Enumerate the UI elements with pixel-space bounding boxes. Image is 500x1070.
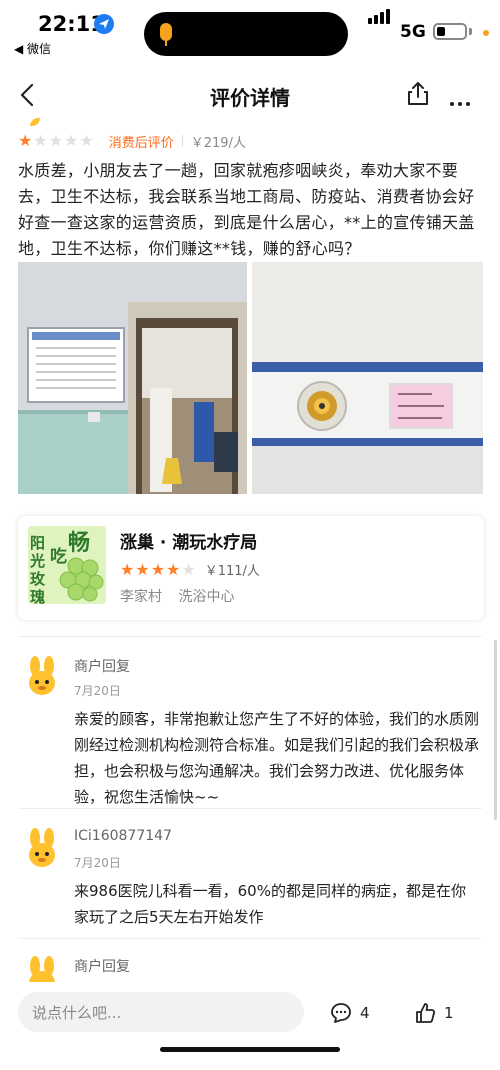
comment-item: 商户回复 7月20日 亲爱的顾客，非常抱歉让您产生了不好的体验，我们的水质刚刚经… bbox=[18, 656, 484, 806]
comment-author: 商户回复 bbox=[74, 959, 130, 975]
review-photo-1[interactable] bbox=[18, 262, 247, 494]
comment-body: 来986医院儿科看一看，60%的都是同样的病症，都是在你家玩了之后5天左右开始发… bbox=[74, 882, 466, 926]
privacy-indicator-dot bbox=[483, 30, 489, 36]
review-meta: ★ ★ ★ ★ ★ 消费后评价 ￥219/人 bbox=[18, 130, 246, 152]
comment-item: ICi160877147 7月20日 来986医院儿科看一看，60%的都是同样的… bbox=[18, 828, 484, 938]
comment-author: 商户回复 bbox=[74, 659, 130, 675]
shop-thumbnail: 阳 光 玫 瑰 畅 吃 bbox=[28, 526, 106, 604]
dynamic-island bbox=[144, 12, 348, 56]
star-empty-icon: ★ bbox=[64, 131, 79, 150]
shop-category: 洗浴中心 bbox=[178, 589, 235, 605]
shop-area: 李家村 bbox=[120, 589, 162, 605]
shop-price: ￥111/人 bbox=[204, 564, 260, 579]
shop-location: 李家村 洗浴中心 bbox=[120, 586, 246, 606]
bottom-bar: 说点什么吧... 4 1 bbox=[0, 982, 500, 1070]
svg-text:玫: 玫 bbox=[30, 570, 46, 588]
comment-author: ICi160877147 bbox=[74, 828, 172, 844]
star-filled-icon: ★ bbox=[120, 559, 135, 579]
back-to-app-link[interactable]: ◀ 微信 bbox=[14, 40, 51, 57]
review-stars: ★ ★ ★ ★ ★ bbox=[18, 133, 95, 149]
star-empty-icon: ★ bbox=[181, 559, 196, 579]
svg-text:光: 光 bbox=[29, 552, 45, 570]
reviewer-badge-icon bbox=[30, 118, 40, 126]
comment-button[interactable]: 4 bbox=[330, 1002, 370, 1024]
shop-card[interactable]: 阳 光 玫 瑰 畅 吃 涨巢 · 潮玩水疗局 ★ ★ ★ ★ ★ ￥111/人 李家村 … bbox=[18, 516, 484, 620]
like-button[interactable]: 1 bbox=[414, 1002, 454, 1024]
network-type: 5G bbox=[400, 22, 426, 42]
svg-text:阳: 阳 bbox=[30, 534, 45, 552]
review-price: ￥219/人 bbox=[190, 135, 246, 151]
share-icon bbox=[408, 82, 428, 105]
star-filled-icon: ★ bbox=[150, 559, 166, 579]
comment-bubble-icon bbox=[331, 1003, 351, 1023]
shop-name: 涨巢 · 潮玩水疗局 bbox=[120, 533, 258, 553]
scrollbar[interactable] bbox=[494, 640, 497, 820]
home-indicator[interactable] bbox=[160, 1047, 340, 1052]
status-bar: 22:11 ◀ 微信 5G bbox=[0, 0, 500, 60]
star-filled-icon: ★ bbox=[166, 559, 181, 579]
battery-icon bbox=[433, 23, 467, 40]
user-avatar-icon bbox=[29, 828, 55, 867]
review-text: 水质差，小朋友去了一趟，回家就疱疹咽峡炎，奉劝大家不要去，卫生不达标，我会联系当… bbox=[18, 161, 475, 258]
merchant-avatar-icon bbox=[29, 656, 55, 695]
location-icon bbox=[94, 14, 114, 34]
comment-date: 7月20日 bbox=[74, 856, 121, 870]
svg-text:吃: 吃 bbox=[50, 546, 67, 567]
review-tag: 消费后评价 bbox=[108, 135, 174, 151]
star-empty-icon: ★ bbox=[79, 131, 94, 150]
star-filled-icon: ★ bbox=[18, 131, 33, 150]
share-button[interactable] bbox=[404, 80, 432, 112]
thumbs-up-icon bbox=[416, 1003, 436, 1023]
more-button[interactable] bbox=[450, 91, 474, 110]
review-photo-2[interactable] bbox=[252, 262, 483, 494]
comment-input[interactable]: 说点什么吧... bbox=[18, 992, 304, 1032]
svg-text:瑰: 瑰 bbox=[30, 588, 45, 604]
svg-text:畅: 畅 bbox=[68, 530, 90, 556]
microphone-icon bbox=[160, 23, 172, 41]
star-filled-icon: ★ bbox=[135, 559, 150, 579]
comment-body: 亲爱的顾客，非常抱歉让您产生了不好的体验，我们的水质刚刚经过检测机构检测符合标准… bbox=[74, 710, 480, 806]
like-count: 1 bbox=[444, 1004, 454, 1022]
comment-count: 4 bbox=[360, 1004, 370, 1022]
comment-date: 7月20日 bbox=[74, 684, 121, 698]
star-empty-icon: ★ bbox=[48, 131, 64, 150]
nav-bar: 评价详情 bbox=[0, 72, 500, 118]
shop-rating: ★ ★ ★ ★ ★ ￥111/人 bbox=[120, 560, 260, 579]
star-empty-icon: ★ bbox=[33, 131, 48, 150]
